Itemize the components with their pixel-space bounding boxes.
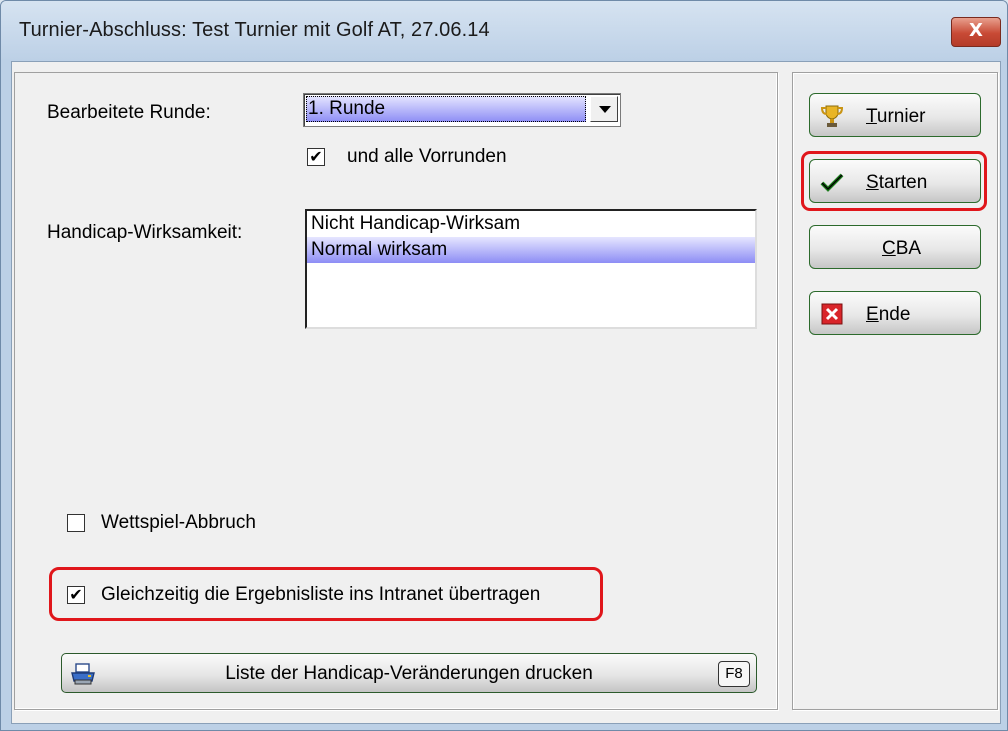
action-panel: Turnier Starten CBA Ende xyxy=(792,72,998,710)
list-item[interactable]: Nicht Handicap-Wirksam xyxy=(307,211,755,237)
ende-label: nde xyxy=(878,304,911,325)
print-button-label: Liste der Handicap-Veränderungen drucken xyxy=(225,663,593,684)
starten-accelerator: S xyxy=(866,172,879,193)
print-handicap-changes-button[interactable]: Liste der Handicap-Veränderungen drucken… xyxy=(61,653,757,693)
handicap-listbox[interactable]: Nicht Handicap-Wirksam Normal wirksam xyxy=(305,209,757,329)
include-previous-label: und alle Vorrunden xyxy=(347,146,507,167)
intranet-label: Gleichzeitig die Ergebnisliste ins Intra… xyxy=(101,584,541,605)
starten-label: tarten xyxy=(878,172,928,193)
close-button[interactable]: X xyxy=(951,17,1001,47)
abort-checkbox[interactable] xyxy=(67,514,85,532)
checkmark-icon xyxy=(820,173,844,192)
list-item-selected[interactable]: Normal wirksam xyxy=(307,237,755,263)
close-icon: X xyxy=(969,20,983,41)
starten-button[interactable]: Starten xyxy=(809,159,981,203)
dialog-window: Turnier-Abschluss: Test Turnier mit Golf… xyxy=(0,0,1008,731)
red-x-icon xyxy=(821,303,843,325)
round-select-value: 1. Runde xyxy=(306,96,586,122)
settings-panel: Bearbeitete Runde: 1. Runde ✔ und alle V… xyxy=(14,72,778,710)
checkmark-icon: ✔ xyxy=(309,147,323,166)
window-title: Turnier-Abschluss: Test Turnier mit Golf… xyxy=(19,19,490,41)
dialog-client-area: Bearbeitete Runde: 1. Runde ✔ und alle V… xyxy=(11,61,1001,724)
intranet-checkbox[interactable]: ✔ xyxy=(67,586,85,604)
turnier-label: urnier xyxy=(876,106,926,127)
cba-label: BA xyxy=(895,238,922,259)
checkmark-icon: ✔ xyxy=(69,585,83,604)
abort-label: Wettspiel-Abbruch xyxy=(101,512,256,533)
handicap-label: Handicap-Wirksamkeit: xyxy=(47,222,243,243)
ende-button[interactable]: Ende xyxy=(809,291,981,335)
round-label: Bearbeitete Runde: xyxy=(47,102,211,123)
ende-accelerator: E xyxy=(866,304,879,325)
cba-accelerator: C xyxy=(882,238,896,259)
cba-button[interactable]: CBA xyxy=(809,225,981,269)
turnier-accelerator: T xyxy=(866,106,877,127)
trophy-icon xyxy=(820,105,844,127)
include-previous-checkbox[interactable]: ✔ xyxy=(307,148,325,166)
turnier-button[interactable]: Turnier xyxy=(809,93,981,137)
title-bar[interactable]: Turnier-Abschluss: Test Turnier mit Golf… xyxy=(1,1,1007,61)
chevron-down-icon[interactable] xyxy=(590,96,618,122)
shortcut-key-badge: F8 xyxy=(718,661,750,687)
round-select[interactable]: 1. Runde xyxy=(303,93,621,127)
